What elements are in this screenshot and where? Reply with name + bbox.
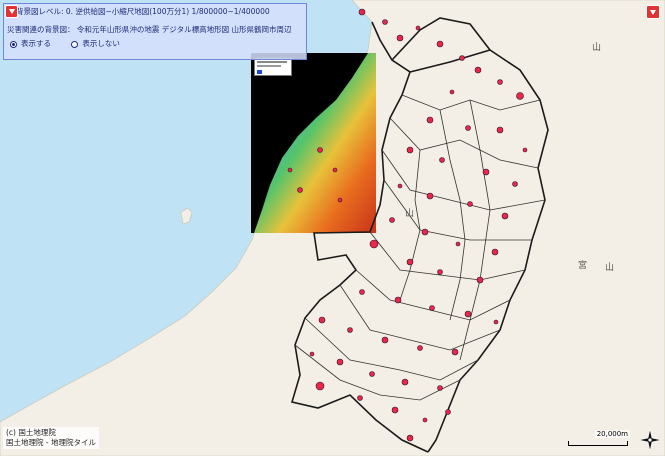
map-label-mountain-2: 山: [592, 42, 601, 53]
attribution: (c) 国土地理院 国土地理院 - 地理院タイル: [3, 427, 99, 449]
panel-toggle-button[interactable]: [646, 5, 660, 19]
map-label-place-1: 宮: [578, 259, 587, 271]
display-radio-group: 表示する 表示しない: [10, 37, 306, 51]
attribution-line-1: (c) 国土地理院: [6, 428, 56, 437]
radio-unselected-icon: [71, 40, 79, 48]
disaster-layer-text: 災害関連の背景図： 令和元年山形県沖の地震 デジタル標高地形図 山形県鶴岡市周辺: [7, 25, 292, 34]
chevron-down-icon: [8, 9, 15, 14]
overlay-legend-thumbnail: [254, 58, 292, 76]
show-radio-label: 表示する: [21, 39, 51, 48]
map-canvas[interactable]: 山 山 山 宮: [0, 0, 665, 456]
chevron-down-icon: [650, 9, 656, 15]
hide-radio-label: 表示しない: [82, 39, 120, 48]
radio-selected-icon: [10, 40, 17, 48]
scale-bar: 20,000m: [566, 430, 630, 448]
attribution-line-2[interactable]: 国土地理院 - 地理院タイル: [6, 438, 96, 448]
show-radio[interactable]: 表示する: [10, 37, 51, 51]
map-label-mountain-1: 山: [405, 208, 414, 219]
scale-label: 20,000m: [594, 430, 630, 438]
hide-radio[interactable]: 表示しない: [71, 37, 120, 51]
compass-icon: [638, 428, 662, 452]
scale-bar-line: [568, 441, 628, 446]
background-info-panel: 背景図レベル: 0. 逆供給図~小縮尺地図(100万分1) 1/800000~1…: [3, 3, 307, 60]
map-label-mountain-3: 山: [605, 262, 614, 273]
background-level-text: 背景図レベル: 0. 逆供給図~小縮尺地図(100万分1) 1/800000~1…: [16, 7, 270, 16]
menu-button[interactable]: [5, 5, 18, 18]
